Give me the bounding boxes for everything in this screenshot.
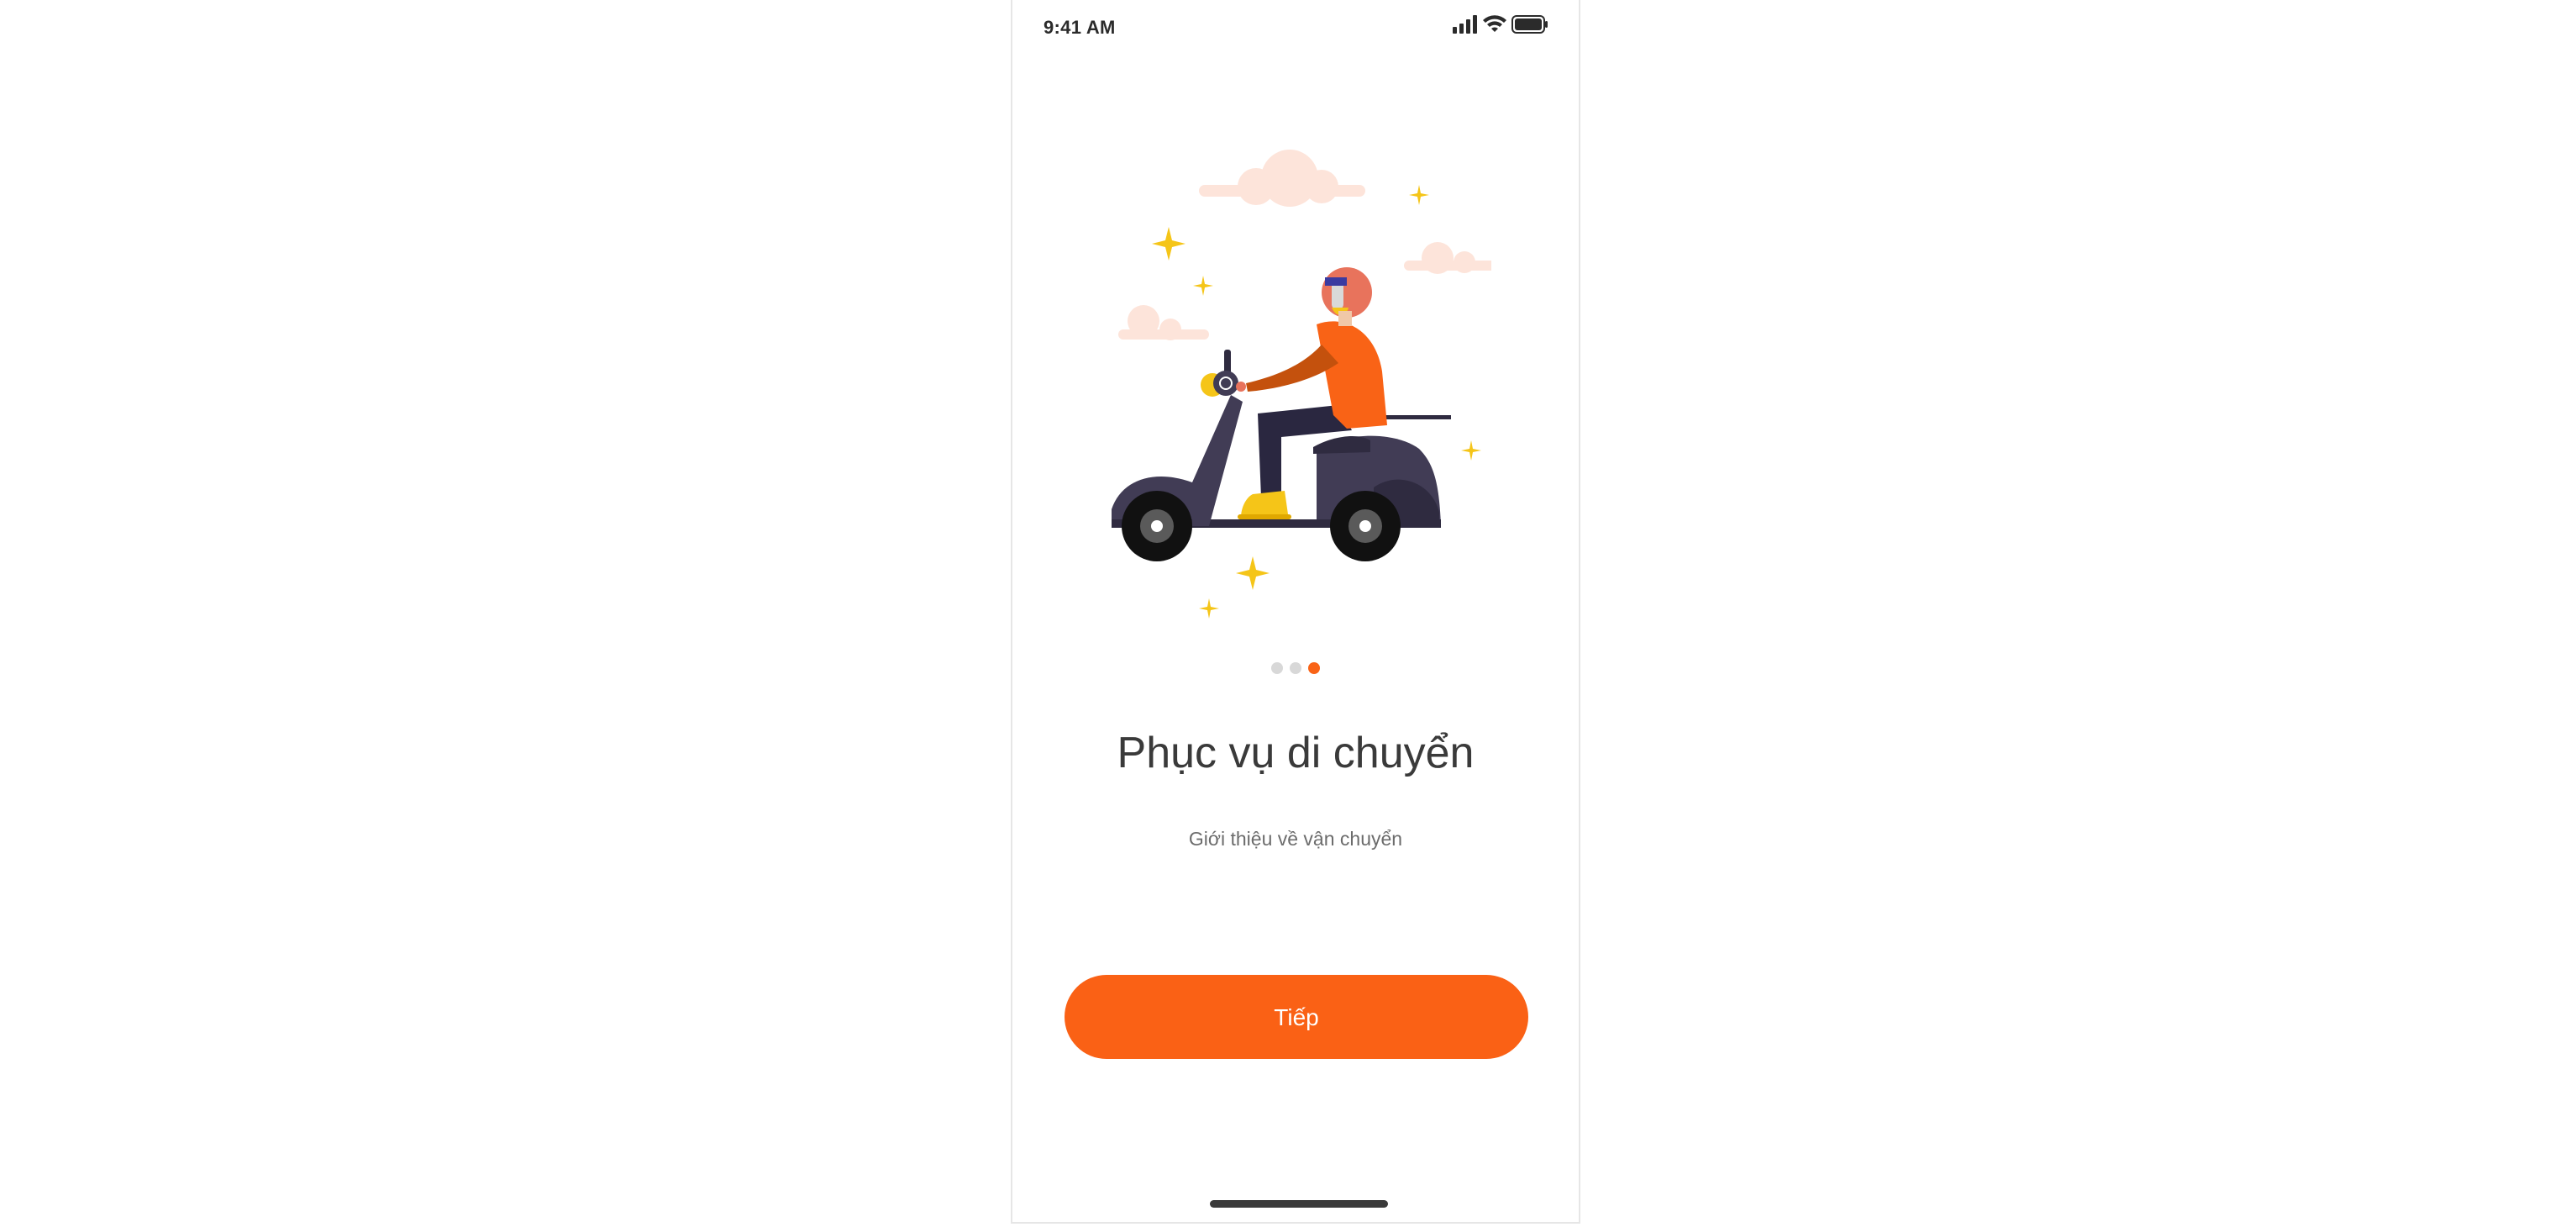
- cloud-icon: [1404, 242, 1508, 274]
- page-dot[interactable]: [1290, 662, 1301, 674]
- page-dot[interactable]: [1271, 662, 1283, 674]
- page-indicator: [1012, 662, 1579, 674]
- page-title: Phục vụ di chuyển: [1117, 729, 1475, 777]
- battery-icon: [1511, 15, 1548, 38]
- sparkle-icon: [1409, 185, 1429, 205]
- sparkle-icon: [1236, 556, 1270, 590]
- page-dot-active[interactable]: [1308, 662, 1320, 674]
- status-time: 9:41 AM: [1044, 17, 1116, 38]
- home-indicator[interactable]: [1210, 1200, 1388, 1208]
- cloud-icon: [1118, 305, 1209, 340]
- sparkle-icon: [1193, 276, 1213, 296]
- phone-screen: 9:41 AM Phục vụ di chuyển Giới thiệu về …: [1011, 0, 1580, 1224]
- next-button[interactable]: Tiếp: [1065, 975, 1528, 1059]
- wifi-icon: [1483, 15, 1506, 38]
- status-bar: 9:41 AM: [1012, 0, 1579, 54]
- sparkle-icon: [1199, 598, 1219, 619]
- sparkle-icon: [1152, 227, 1185, 261]
- cloud-icon: [1199, 150, 1365, 207]
- scooter-rider-illustration: [1105, 134, 1508, 639]
- sparkle-icon: [1461, 440, 1481, 461]
- page-subtitle: Giới thiệu về vận chuyển: [1188, 828, 1403, 850]
- signal-icon: [1453, 15, 1478, 38]
